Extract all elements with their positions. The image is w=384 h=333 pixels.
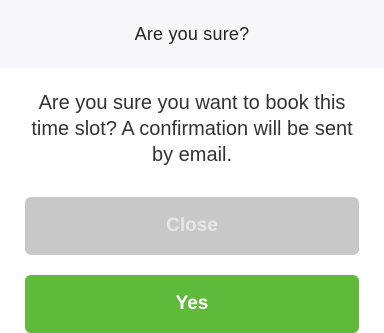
dialog-header: Are you sure? xyxy=(0,0,384,68)
yes-button[interactable]: Yes xyxy=(25,275,359,333)
confirmation-dialog: Are you sure? Are you sure you want to b… xyxy=(0,0,384,333)
close-button[interactable]: Close xyxy=(25,197,359,255)
dialog-title: Are you sure? xyxy=(134,23,250,44)
dialog-message: Are you sure you want to book this time … xyxy=(31,92,353,166)
